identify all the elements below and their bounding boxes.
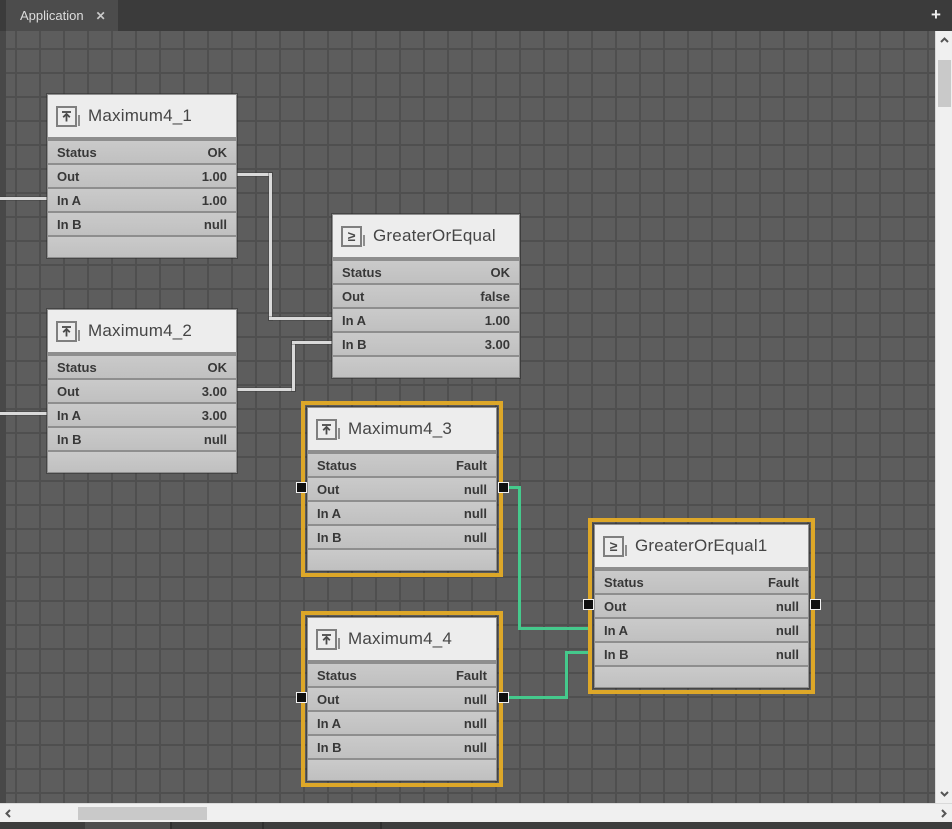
node-header: Maximum4_3	[308, 408, 496, 452]
node-row-in-b: In Bnull	[48, 426, 236, 450]
node-maximum4-1[interactable]: Maximum4_1 StatusOK Out1.00 In A1.00 In …	[47, 94, 237, 258]
node-row-status: StatusOK	[48, 354, 236, 378]
bottom-panel-divider	[170, 822, 172, 829]
wire-max4-goe1-seg2[interactable]	[565, 651, 568, 699]
wire-max3-goe1-seg3[interactable]	[518, 627, 588, 630]
node-header: Maximum4_1	[48, 95, 236, 139]
node-row-in-a: In Anull	[595, 617, 808, 641]
wire-max1-goe-seg2[interactable]	[269, 173, 272, 320]
node-footer	[308, 548, 496, 570]
node-maximum4-2[interactable]: Maximum4_2 StatusOK Out3.00 In A3.00 In …	[47, 309, 237, 473]
node-header: ≥ GreaterOrEqual	[333, 215, 519, 259]
node-row-in-b: In Bnull	[595, 641, 808, 665]
port-goe1-out-left[interactable]	[583, 599, 594, 610]
node-title: Maximum4_2	[88, 321, 192, 341]
node-row-in-b: In Bnull	[308, 524, 496, 548]
greater-or-equal-icon: ≥	[603, 536, 624, 557]
tab-bar: Application ✕ +	[0, 0, 952, 31]
node-title: GreaterOrEqual1	[635, 536, 767, 556]
maximum-icon	[316, 629, 337, 650]
port-max4-out-right[interactable]	[498, 692, 509, 703]
close-icon[interactable]: ✕	[96, 9, 106, 23]
node-row-in-a: In A1.00	[333, 307, 519, 331]
bottom-panel-edge	[0, 822, 952, 829]
greater-or-equal-icon: ≥	[341, 226, 362, 247]
scroll-left-icon[interactable]	[0, 804, 17, 823]
node-row-in-b: In Bnull	[308, 734, 496, 758]
node-row-status: StatusOK	[48, 139, 236, 163]
canvas-left-edge	[0, 31, 6, 803]
node-row-status: StatusFault	[595, 569, 808, 593]
node-maximum4-4[interactable]: Maximum4_4 StatusFault Outnull In Anull …	[301, 611, 503, 787]
node-title: Maximum4_3	[348, 419, 452, 439]
wire-left-to-max2-ina[interactable]	[0, 412, 47, 415]
port-max3-out-left[interactable]	[296, 482, 307, 493]
port-goe1-out-right[interactable]	[810, 599, 821, 610]
scroll-right-icon[interactable]	[935, 804, 952, 823]
diagram-canvas[interactable]: Maximum4_1 StatusOK Out1.00 In A1.00 In …	[0, 31, 935, 803]
wire-max1-goe-seg3[interactable]	[269, 317, 332, 320]
node-row-status: StatusFault	[308, 662, 496, 686]
wire-left-to-max1-ina[interactable]	[0, 197, 47, 200]
node-row-out: Outnull	[308, 476, 496, 500]
node-row-status: StatusOK	[333, 259, 519, 283]
node-title: Maximum4_1	[88, 106, 192, 126]
node-row-out: Outnull	[595, 593, 808, 617]
add-tab-button[interactable]: +	[926, 2, 946, 28]
wire-max4-goe1-seg1[interactable]	[503, 696, 568, 699]
node-row-out: Outnull	[308, 686, 496, 710]
node-footer	[333, 355, 519, 377]
node-title: GreaterOrEqual	[373, 226, 496, 246]
node-header: ≥ GreaterOrEqual1	[595, 525, 808, 569]
node-footer	[308, 758, 496, 780]
node-row-out: Out3.00	[48, 378, 236, 402]
scroll-up-icon[interactable]	[936, 31, 952, 50]
bottom-panel-divider	[380, 822, 382, 829]
node-row-in-a: In Anull	[308, 500, 496, 524]
wire-max3-goe1-seg2[interactable]	[518, 486, 521, 630]
node-footer	[48, 235, 236, 257]
horizontal-scrollbar[interactable]	[0, 803, 952, 822]
node-row-in-b: In B3.00	[333, 331, 519, 355]
port-max3-out-right[interactable]	[498, 482, 509, 493]
node-row-in-a: In A1.00	[48, 187, 236, 211]
bottom-panel-segment	[85, 822, 170, 829]
scroll-down-icon[interactable]	[936, 784, 952, 803]
vertical-scroll-thumb[interactable]	[938, 60, 951, 107]
tab-label: Application	[20, 8, 84, 23]
node-greaterorequal[interactable]: ≥ GreaterOrEqual StatusOK Outfalse In A1…	[332, 214, 520, 378]
node-header: Maximum4_4	[308, 618, 496, 662]
node-row-in-a: In A3.00	[48, 402, 236, 426]
bottom-panel-divider	[262, 822, 264, 829]
maximum-icon	[316, 419, 337, 440]
node-row-in-a: In Anull	[308, 710, 496, 734]
node-greaterorequal1[interactable]: ≥ GreaterOrEqual1 StatusFault Outnull In…	[588, 518, 815, 694]
node-row-in-b: In Bnull	[48, 211, 236, 235]
node-row-status: StatusFault	[308, 452, 496, 476]
wire-max1-goe-seg1[interactable]	[237, 173, 272, 176]
node-maximum4-3[interactable]: Maximum4_3 StatusFault Outnull In Anull …	[301, 401, 503, 577]
node-title: Maximum4_4	[348, 629, 452, 649]
wire-max2-goe-seg3[interactable]	[292, 341, 332, 344]
wire-max4-goe1-seg3[interactable]	[565, 651, 588, 654]
vertical-scrollbar[interactable]	[935, 31, 952, 803]
node-row-out: Outfalse	[333, 283, 519, 307]
tab-application[interactable]: Application ✕	[6, 0, 118, 31]
horizontal-scroll-thumb[interactable]	[78, 807, 207, 820]
wire-max2-goe-seg1[interactable]	[237, 388, 295, 391]
node-row-out: Out1.00	[48, 163, 236, 187]
maximum-icon	[56, 321, 77, 342]
application-window: Application ✕ +	[0, 0, 952, 829]
node-footer	[595, 665, 808, 687]
node-footer	[48, 450, 236, 472]
wire-max2-goe-seg2[interactable]	[292, 341, 295, 391]
maximum-icon	[56, 106, 77, 127]
node-header: Maximum4_2	[48, 310, 236, 354]
port-max4-out-left[interactable]	[296, 692, 307, 703]
